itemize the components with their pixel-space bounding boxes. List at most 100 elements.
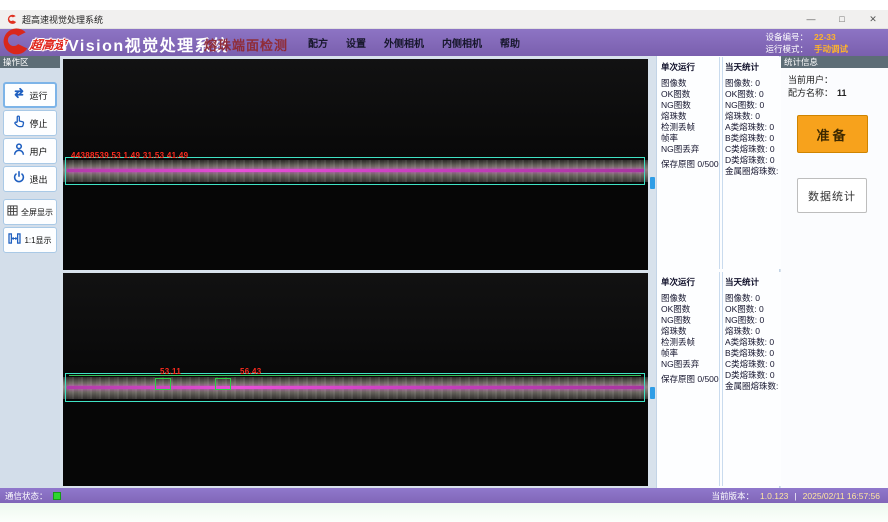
sidebar-title: 操作区: [0, 56, 60, 68]
stop-button-label: 停止: [29, 117, 47, 130]
defect-label-1: 53.11: [160, 367, 181, 376]
menu-inner-camera[interactable]: 内侧相机: [440, 33, 484, 52]
today-column: 当天统计 图像数: 0 OK图数: 0 NG图数: 0 熔珠数: 0 A类熔珠数…: [725, 57, 781, 177]
exit-button[interactable]: 退出: [3, 166, 57, 192]
status-bar-right: 当前版本： 1.0.123 | 2025/02/11 16:57:56: [712, 490, 880, 502]
recipe-name-label: 配方名称：: [788, 88, 833, 98]
menu-recipe[interactable]: 配方: [306, 33, 330, 52]
menu-help[interactable]: 帮助: [498, 33, 522, 52]
app-logo-icon: [7, 14, 17, 25]
data-statistics-button[interactable]: 数据统计: [797, 178, 867, 213]
measurement-annotation-1: 44388539.53 1.49 31.53 41.49: [71, 151, 188, 160]
defect-box-2: [215, 378, 231, 390]
window-controls: — □ ✕: [804, 10, 880, 28]
stat-row: NG图丢弃: [661, 359, 717, 370]
run-mode-value: 手动调试: [814, 43, 848, 55]
one-to-one-button[interactable]: 1:1显示: [3, 227, 57, 253]
recipe-name-value: 11: [837, 88, 847, 98]
stat-row: 熔珠数: 0: [725, 326, 781, 337]
run-mode-label: 运行模式：: [756, 43, 808, 55]
stat-row: 熔珠数: 0: [725, 111, 781, 122]
stop-button[interactable]: 停止: [3, 110, 57, 136]
scroll-thumb-1[interactable]: [650, 177, 655, 189]
stat-row: 熔珠数: [661, 111, 717, 122]
device-id-value: 22-33: [814, 31, 836, 43]
current-user-label: 当前用户：: [788, 75, 833, 85]
info-panel-title: 统计信息: [781, 56, 888, 68]
prepare-button[interactable]: 准备: [797, 115, 868, 153]
statistics-info-panel: 统计信息 当前用户： 配方名称： 11 准备 数据统计: [781, 56, 888, 488]
app-subtitle: 熔珠端面检测: [204, 35, 288, 54]
stat-row: 图像数: [661, 78, 717, 89]
one-to-one-icon: [8, 231, 21, 249]
close-button[interactable]: ✕: [866, 14, 880, 25]
user-button[interactable]: 用户: [3, 138, 57, 164]
scroll-thumb-2[interactable]: [650, 387, 655, 399]
comm-status-label: 通信状态：: [5, 490, 48, 502]
stat-row: 图像数: [661, 293, 717, 304]
stat-row: 检测丢帧: [661, 337, 717, 348]
menu-outer-camera[interactable]: 外侧相机: [382, 33, 426, 52]
stat-row: OK图数: [661, 89, 717, 100]
user-button-label: 用户: [29, 145, 47, 158]
stat-row: 金属圈熔珠数: 0: [725, 166, 781, 177]
single-run-column: 单次运行 图像数 OK图数 NG图数 熔珠数 检测丢帧 帧率 NG图丢弃 保存原…: [661, 57, 717, 170]
window-title: 超高速视觉处理系统: [22, 13, 103, 26]
app-header: 超高速 IVision视觉处理系统 熔珠端面检测 配方 设置 外侧相机 内侧相机…: [0, 29, 888, 56]
defect-box-1: [155, 378, 171, 390]
stat-row: 帧率: [661, 133, 717, 144]
fullscreen-button[interactable]: 全屏显示: [3, 199, 57, 225]
stat-row: C类熔珠数: 0: [725, 144, 781, 155]
current-user-line: 当前用户：: [788, 74, 882, 87]
today-title: 当天统计: [725, 276, 781, 288]
stat-row: 帧率: [661, 348, 717, 359]
single-run-title: 单次运行: [661, 276, 717, 288]
single-run-title: 单次运行: [661, 61, 717, 73]
statistics-region: 单次运行 图像数 OK图数 NG图数 熔珠数 检测丢帧 帧率 NG图丢弃 保存原…: [656, 56, 780, 488]
run-button[interactable]: 运行: [3, 82, 57, 108]
operation-sidebar: 操作区 运行 停止 用户: [0, 56, 60, 488]
stat-row: OK图数: 0: [725, 89, 781, 100]
laser-line-2: [67, 386, 644, 389]
single-run-column: 单次运行 图像数 OK图数 NG图数 熔珠数 检测丢帧 帧率 NG图丢弃 保存原…: [661, 272, 717, 385]
datetime-value: 2025/02/11 16:57:56: [803, 491, 880, 501]
stat-row: NG图数: 0: [725, 315, 781, 326]
stat-row: OK图数: 0: [725, 304, 781, 315]
stat-row: NG图丢弃: [661, 144, 717, 155]
desktop-background: [0, 503, 888, 522]
stat-row: D类熔珠数: 0: [725, 155, 781, 166]
device-info: 设备编号： 22-33 运行模式： 手动调试: [756, 31, 848, 55]
comm-status-indicator: [53, 492, 61, 500]
stat-row: C类熔珠数: 0: [725, 359, 781, 370]
version-label: 当前版本：: [712, 490, 755, 502]
stat-row: OK图数: [661, 304, 717, 315]
fullscreen-grid-icon: [7, 203, 18, 221]
defect-label-2: 56.43: [240, 367, 262, 376]
today-column: 当天统计 图像数: 0 OK图数: 0 NG图数: 0 熔珠数: 0 A类熔珠数…: [725, 272, 781, 392]
menu-settings[interactable]: 设置: [344, 33, 368, 52]
edge-line-2: [69, 375, 641, 376]
stat-row: B类熔珠数: 0: [725, 348, 781, 359]
recipe-name-line: 配方名称： 11: [788, 87, 882, 100]
today-title: 当天统计: [725, 61, 781, 73]
save-count-row: 保存原图 0/500: [661, 374, 717, 385]
save-count-row: 保存原图 0/500: [661, 159, 717, 170]
stat-row: NG图数: [661, 315, 717, 326]
power-icon: [12, 170, 26, 189]
stat-row: 图像数: 0: [725, 78, 781, 89]
stats-panel-outer: 单次运行 图像数 OK图数 NG图数 熔珠数 检测丢帧 帧率 NG图丢弃 保存原…: [657, 57, 781, 269]
stats-panel-inner: 单次运行 图像数 OK图数 NG图数 熔珠数 检测丢帧 帧率 NG图丢弃 保存原…: [657, 272, 781, 486]
one-to-one-button-label: 1:1显示: [24, 235, 51, 246]
camera-view-inner: 53.11 56.43: [63, 273, 648, 486]
camera-view-outer: 44388539.53 1.49 31.53 41.49: [63, 59, 648, 270]
stop-hand-icon: [12, 114, 26, 133]
laser-line-1: [67, 169, 644, 172]
stat-row: 图像数: 0: [725, 293, 781, 304]
maximize-button[interactable]: □: [835, 14, 849, 24]
stat-row: NG图数: 0: [725, 100, 781, 111]
minimize-button[interactable]: —: [804, 14, 818, 24]
main-area: 操作区 运行 停止 用户: [0, 56, 888, 488]
status-separator: |: [794, 491, 796, 501]
os-titlebar: 超高速视觉处理系统 — □ ✕: [0, 10, 888, 29]
version-value: 1.0.123: [760, 491, 788, 501]
